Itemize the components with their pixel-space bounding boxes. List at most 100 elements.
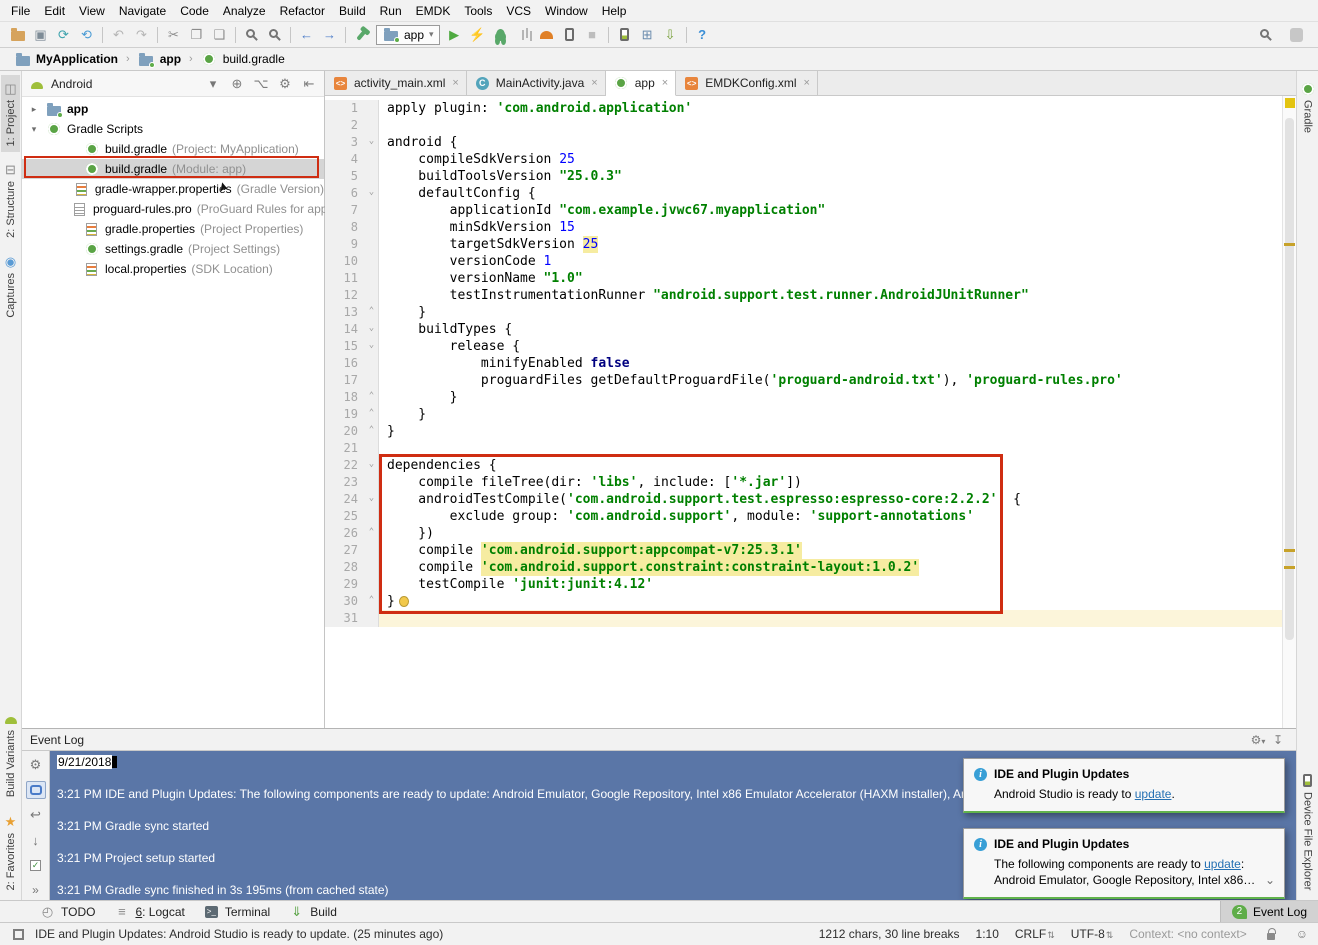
avd-manager-button[interactable] [613, 24, 636, 46]
cut-button[interactable]: ✂ [162, 24, 185, 46]
find-button[interactable] [240, 24, 263, 46]
tree-item-proguard-rules-pro[interactable]: proguard-rules.pro (ProGuard Rules for a… [22, 199, 324, 219]
menu-code[interactable]: Code [173, 1, 216, 21]
code-line-26[interactable]: 26⌃ }) [325, 525, 1282, 542]
mark-read-checkbox[interactable]: ✓ [26, 856, 46, 874]
stripe-gradle[interactable]: Gradle [1298, 75, 1317, 139]
code-line-19[interactable]: 19⌃ } [325, 406, 1282, 423]
forward-button[interactable]: → [318, 24, 341, 46]
redo-button[interactable]: ↷ [130, 24, 153, 46]
code-editor[interactable]: 1apply plugin: 'com.android.application'… [325, 96, 1296, 728]
make-project-button[interactable] [350, 24, 373, 46]
tool-window-switcher-icon[interactable] [10, 926, 27, 942]
show-balloons-icon[interactable] [26, 781, 46, 799]
tab-activity-main-xml[interactable]: <>activity_main.xml× [325, 71, 467, 95]
menu-window[interactable]: Window [538, 1, 595, 21]
collapse-all-icon[interactable]: ⌥ [252, 76, 270, 92]
expand-chevron-icon[interactable]: ⌄ [1265, 873, 1275, 887]
toolwindow-button-terminal[interactable]: >_Terminal [194, 901, 279, 922]
code-line-1[interactable]: 1apply plugin: 'com.android.application' [325, 100, 1282, 117]
attach-debugger-button[interactable] [558, 24, 581, 46]
profiler-disabled-button[interactable] [512, 24, 535, 46]
toolwindow-button-6-logcat[interactable]: ≡6: Logcat [104, 901, 193, 922]
code-line-4[interactable]: 4 compileSdkVersion 25 [325, 151, 1282, 168]
tab-close-icon[interactable]: × [591, 77, 597, 89]
code-line-27[interactable]: 27 compile 'com.android.support:appcompa… [325, 542, 1282, 559]
event-log-settings-icon[interactable]: ⚙▾ [1248, 733, 1268, 747]
code-line-14[interactable]: 14⌄ buildTypes { [325, 321, 1282, 338]
code-line-25[interactable]: 25 exclude group: 'com.android.support',… [325, 508, 1282, 525]
tab-close-icon[interactable]: × [452, 77, 458, 89]
breadcrumb-item-build.gradle[interactable]: build.gradle [197, 51, 289, 67]
tab-emdkconfig-xml[interactable]: <>EMDKConfig.xml× [676, 71, 818, 95]
menu-analyze[interactable]: Analyze [216, 1, 273, 21]
fold-marker-icon[interactable]: ⌃ [365, 389, 379, 406]
tree-item-app[interactable]: ▸app [22, 99, 324, 119]
tab-app[interactable]: app× [606, 71, 676, 96]
soft-wrap-icon[interactable]: ↩ [26, 806, 46, 824]
stripe-2-favorites[interactable]: ★2: Favorites [1, 808, 20, 896]
menu-edit[interactable]: Edit [37, 1, 72, 21]
search-everywhere-button[interactable] [1254, 24, 1277, 46]
menu-file[interactable]: File [4, 1, 37, 21]
breadcrumb-item-myapplication[interactable]: MyApplication [10, 51, 122, 67]
profile-button[interactable] [535, 24, 558, 46]
notification-balloon[interactable]: iIDE and Plugin UpdatesAndroid Studio is… [963, 758, 1285, 813]
update-link[interactable]: update [1204, 857, 1241, 871]
notification-balloon[interactable]: iIDE and Plugin UpdatesThe following com… [963, 828, 1285, 899]
find-usages-button[interactable] [263, 24, 286, 46]
paste-button[interactable]: ❑ [208, 24, 231, 46]
tree-expand-icon[interactable]: ▸ [28, 104, 40, 115]
code-line-24[interactable]: 24⌄ androidTestCompile('com.android.supp… [325, 491, 1282, 508]
code-line-18[interactable]: 18⌃ } [325, 389, 1282, 406]
locate-icon[interactable]: ⊕ [228, 76, 246, 92]
code-line-30[interactable]: 30⌃} [325, 593, 1282, 610]
context-indicator[interactable]: Context: <no context> [1129, 927, 1246, 941]
stripe-build-variants[interactable]: Build Variants [1, 705, 20, 803]
inspections-indicator-icon[interactable] [1285, 98, 1295, 108]
code-line-13[interactable]: 13⌃ } [325, 304, 1282, 321]
menu-build[interactable]: Build [332, 1, 373, 21]
lock-icon[interactable] [1263, 926, 1280, 942]
code-line-9[interactable]: 9 targetSdkVersion 25 [325, 236, 1282, 253]
line-ending-selector[interactable]: CRLF⇅ [1015, 927, 1055, 941]
fold-marker-icon[interactable]: ⌃ [365, 423, 379, 440]
stripe-2-structure[interactable]: ⊟2: Structure [1, 156, 20, 244]
toolwindow-button-build[interactable]: ⇓Build [279, 901, 346, 922]
fold-marker-icon[interactable]: ⌃ [365, 406, 379, 423]
event-log-dock-icon[interactable]: ↧ [1268, 733, 1288, 747]
tree-item-local-properties[interactable]: local.properties (SDK Location) [22, 259, 324, 279]
apply-changes-button[interactable]: ⚡ [466, 24, 489, 46]
event-filter-icon[interactable]: ⚙ [26, 756, 46, 774]
menu-help[interactable]: Help [595, 1, 634, 21]
tab-close-icon[interactable]: × [804, 77, 810, 89]
menu-navigate[interactable]: Navigate [112, 1, 173, 21]
synchronize-button[interactable]: ⟳ [52, 24, 75, 46]
code-line-11[interactable]: 11 versionName "1.0" [325, 270, 1282, 287]
menu-vcs[interactable]: VCS [499, 1, 538, 21]
update-link[interactable]: update [1135, 787, 1172, 801]
hide-panel-icon[interactable]: ⇤ [300, 76, 318, 92]
code-line-15[interactable]: 15⌄ release { [325, 338, 1282, 355]
code-line-17[interactable]: 17 proguardFiles getDefaultProguardFile(… [325, 372, 1282, 389]
tab-mainactivity-java[interactable]: CMainActivity.java× [467, 71, 606, 95]
code-line-23[interactable]: 23 compile fileTree(dir: 'libs', include… [325, 474, 1282, 491]
stripe-1-project[interactable]: ◫1: Project [1, 75, 20, 152]
refresh-button[interactable]: ⟲ [75, 24, 98, 46]
settings-icon[interactable]: ⚙ [276, 76, 294, 92]
event-log-content[interactable]: 9/21/20183:21 PM IDE and Plugin Updates:… [50, 751, 1296, 900]
code-line-28[interactable]: 28 compile 'com.android.support.constrai… [325, 559, 1282, 576]
code-line-29[interactable]: 29 testCompile 'junit:junit:4.12' [325, 576, 1282, 593]
code-line-31[interactable]: 31 [325, 610, 1282, 627]
debug-button[interactable] [489, 24, 512, 46]
more-icon[interactable]: » [26, 881, 46, 899]
menu-run[interactable]: Run [373, 1, 409, 21]
sdk-manager-button[interactable]: ⇩ [659, 24, 682, 46]
fold-marker-icon[interactable]: ⌃ [365, 593, 379, 610]
encoding-selector[interactable]: UTF-8⇅ [1071, 927, 1114, 941]
open-button[interactable] [6, 24, 29, 46]
fold-marker-icon[interactable]: ⌃ [365, 525, 379, 542]
login-avatar-button[interactable] [1285, 24, 1308, 46]
code-line-8[interactable]: 8 minSdkVersion 15 [325, 219, 1282, 236]
code-line-5[interactable]: 5 buildToolsVersion "25.0.3" [325, 168, 1282, 185]
